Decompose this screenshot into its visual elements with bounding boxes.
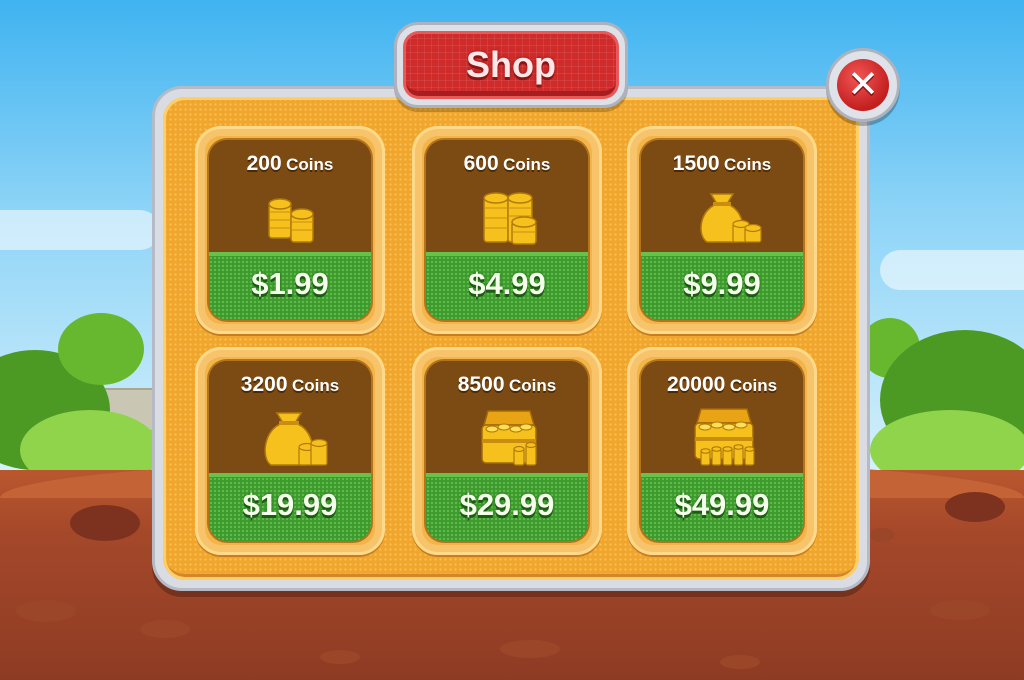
coin-bag-icon [700,193,762,243]
coin-amount: 200 [246,152,282,175]
shop-item-1500-coins[interactable]: 1500 Coins $9.99 [627,126,817,334]
coin-stack-large-icon [483,192,537,245]
coin-amount: 8500 [457,373,505,396]
price-label: $9.99 [683,266,761,301]
card-inner: 200 Coins $1.99 [209,140,371,320]
card-inner: 600 Coins $4.99 [426,140,588,320]
coin-amount-label: 8500 Coins [426,373,588,397]
coin-amount-label: 600 Coins [426,152,588,176]
rock [720,655,760,669]
treasure-chest-icon [481,410,537,466]
treasure-chest-large-icon [694,408,755,466]
price-label: $19.99 [242,487,338,522]
coin-amount: 1500 [672,152,720,175]
coin-amount: 20000 [666,373,726,396]
coin-amount-label: 3200 Coins [209,373,371,397]
coin-amount: 3200 [240,373,288,396]
coin-bag-large-icon [264,412,328,466]
bush [58,313,144,385]
rock [70,505,140,541]
rock [870,528,894,542]
coin-unit: Coins [286,155,334,174]
card-top: 600 Coins [426,140,588,252]
price-label: $1.99 [251,266,329,301]
price-area: $9.99 [641,252,803,320]
rock [16,600,76,622]
price-label: $29.99 [459,487,555,522]
coin-stack-small-icon [268,198,314,243]
card-inner: 8500 Coins $29.99 [426,361,588,541]
shop-item-8500-coins[interactable]: 8500 Coins $29.99 [412,347,602,555]
price-area: $29.99 [426,473,588,541]
coin-unit: Coins [729,376,778,395]
price-area: $49.99 [641,473,803,541]
coin-unit: Coins [723,155,772,174]
price-label: $4.99 [468,266,546,301]
cloud [880,250,1024,290]
rock [320,650,360,664]
card-top: 3200 Coins [209,361,371,473]
coin-amount-label: 200 Coins [209,152,371,176]
shop-item-200-coins[interactable]: 200 Coins $1.99 [195,126,385,334]
card-top: 20000 Coins [641,361,803,473]
cloud [0,210,160,250]
price-area: $4.99 [426,252,588,320]
price-label: $49.99 [674,487,770,522]
coin-amount-label: 1500 Coins [641,152,803,176]
card-top: 1500 Coins [641,140,803,252]
shop-title: Shop [466,44,556,85]
card-inner: 20000 Coins $49.99 [641,361,803,541]
close-button[interactable]: ✕ [826,48,900,122]
coin-unit: Coins [503,155,551,174]
coin-amount: 600 [463,152,499,175]
shop-item-20000-coins[interactable]: 20000 Coins $49.99 [627,347,817,555]
coin-unit: Coins [508,376,557,395]
shop-title-banner: Shop [403,31,619,99]
price-area: $1.99 [209,252,371,320]
price-area: $19.99 [209,473,371,541]
rock [140,620,190,638]
rock [930,600,990,620]
shop-item-600-coins[interactable]: 600 Coins $4.99 [412,126,602,334]
card-top: 8500 Coins [426,361,588,473]
card-inner: 1500 Coins $9.99 [641,140,803,320]
card-top: 200 Coins [209,140,371,252]
coin-unit: Coins [291,376,340,395]
rock [945,492,1005,522]
rock [500,640,560,658]
close-x-icon: ✕ [837,59,889,111]
coin-amount-label: 20000 Coins [641,373,803,397]
card-inner: 3200 Coins $19.99 [209,361,371,541]
shop-item-3200-coins[interactable]: 3200 Coins $19.99 [195,347,385,555]
